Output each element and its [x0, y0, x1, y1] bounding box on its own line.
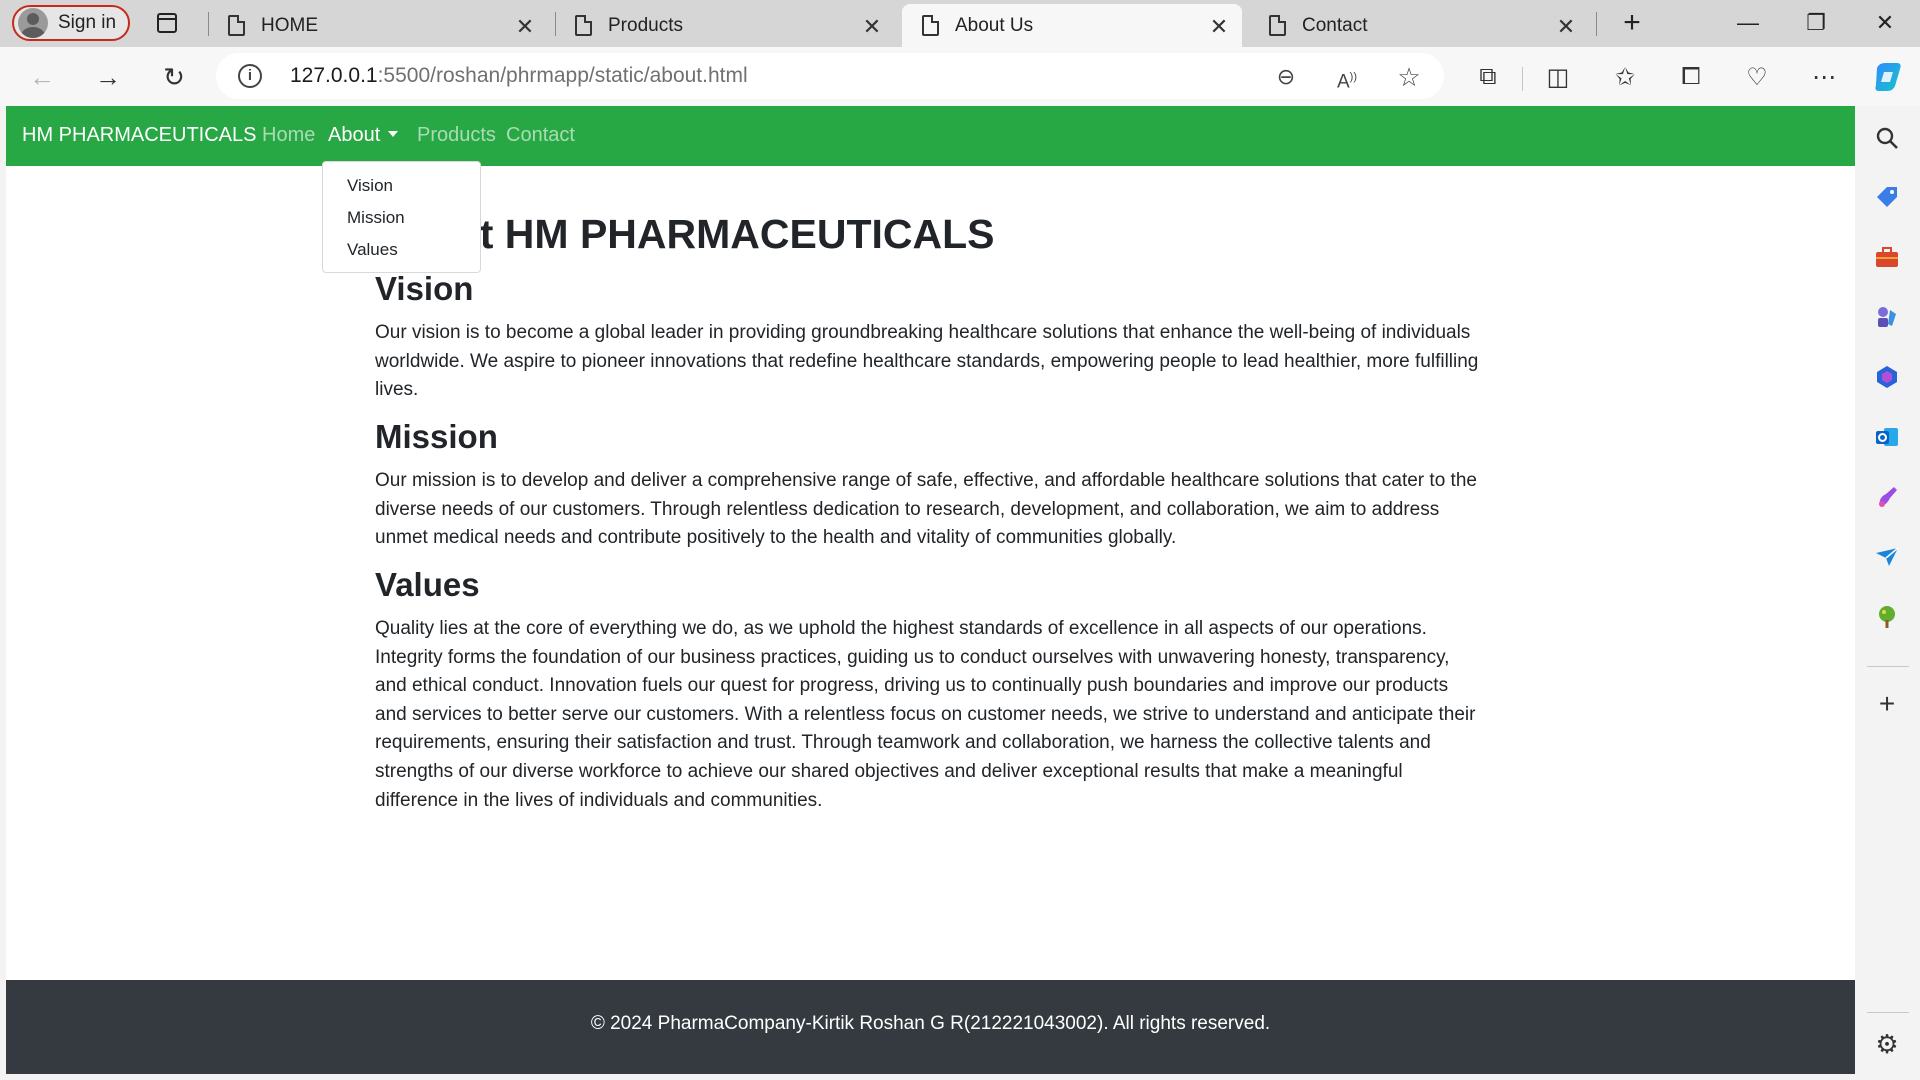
tab-products[interactable]: Products ✕ [555, 4, 895, 47]
profile-button[interactable]: Sign in [12, 5, 130, 41]
dropdown-item-vision[interactable]: Vision [323, 170, 480, 202]
add-icon[interactable]: + [1871, 688, 1903, 720]
browser-essentials-icon[interactable]: ♡ [1737, 57, 1777, 97]
tree-icon[interactable] [1871, 601, 1903, 633]
browser-sidebar: + ⚙ [1855, 106, 1920, 1080]
address-bar[interactable]: i 127.0.0.1:5500/roshan/phrmapp/static/a… [216, 53, 1444, 99]
minimize-button[interactable]: — [1713, 0, 1783, 46]
tab-divider [1596, 12, 1597, 36]
site-navbar: HM PHARMACEUTICALS Home About Products C… [6, 106, 1855, 166]
toolbar-divider [1522, 67, 1523, 91]
nav-home[interactable]: Home [262, 124, 315, 147]
shopping-tag-icon[interactable] [1871, 181, 1903, 213]
more-options-icon[interactable]: ⋯ [1804, 57, 1844, 97]
nav-about-label: About [328, 124, 381, 146]
dropdown-item-values[interactable]: Values [323, 234, 480, 266]
split-screen-icon[interactable]: ◫ [1538, 57, 1578, 97]
tab-strip: Sign in HOME ✕ Products ✕ About Us ✕ Con… [0, 0, 1920, 47]
collections-icon[interactable]: ⧠ [1671, 57, 1711, 97]
values-heading: Values [375, 566, 480, 603]
browser-toolbar: ← → ↻ i 127.0.0.1:5500/roshan/phrmapp/st… [0, 47, 1920, 106]
favorite-star-icon[interactable]: ☆ [1392, 60, 1426, 94]
page-viewport: HM PHARMACEUTICALS Home About Products C… [6, 106, 1855, 1074]
site-footer: © 2024 PharmaCompany-Kirtik Roshan G R(2… [6, 980, 1855, 1074]
settings-gear-icon[interactable]: ⚙ [1871, 1028, 1903, 1060]
vision-text: Our vision is to become a global leader … [375, 322, 1479, 401]
nav-about-dropdown[interactable]: About [328, 124, 399, 147]
brand-link[interactable]: HM PHARMACEUTICALS [22, 124, 256, 147]
tools-icon[interactable] [1871, 241, 1903, 273]
sidebar-divider [1867, 1012, 1909, 1013]
close-icon[interactable]: ✕ [1555, 14, 1577, 40]
profile-label: Sign in [58, 12, 117, 33]
read-aloud-icon[interactable]: A)) [1330, 60, 1364, 94]
tab-title: Contact [1302, 14, 1368, 36]
caret-down-icon [388, 131, 399, 137]
mission-text: Our mission is to develop and deliver a … [375, 470, 1477, 549]
info-icon[interactable]: i [238, 64, 262, 88]
page-icon [1269, 15, 1286, 36]
games-icon[interactable] [1871, 301, 1903, 333]
tab-title: HOME [261, 14, 318, 36]
url-host: 127.0.0.1 [290, 64, 378, 87]
mission-heading: Mission [375, 418, 498, 455]
tab-actions-icon [157, 13, 177, 33]
restore-button[interactable]: ❐ [1781, 0, 1851, 46]
outlook-icon[interactable] [1871, 421, 1903, 453]
new-tab-button[interactable]: + [1614, 6, 1650, 42]
tab-title: Products [608, 14, 683, 36]
back-button[interactable]: ← [22, 57, 62, 97]
forward-button[interactable]: → [88, 57, 128, 97]
close-icon[interactable]: ✕ [1208, 14, 1230, 40]
favorites-icon[interactable]: ✩ [1605, 57, 1645, 97]
window-close-button[interactable]: ✕ [1850, 0, 1920, 46]
nav-products[interactable]: Products [417, 124, 496, 147]
designer-icon[interactable] [1871, 481, 1903, 513]
refresh-button[interactable]: ↻ [154, 57, 194, 97]
page-icon [228, 15, 245, 36]
copilot-icon[interactable] [1868, 57, 1908, 97]
nav-contact[interactable]: Contact [506, 124, 575, 147]
extensions-icon[interactable]: ⧉ [1468, 57, 1508, 97]
values-text: Quality lies at the core of everything w… [375, 618, 1476, 811]
dropdown-item-mission[interactable]: Mission [323, 202, 480, 234]
close-icon[interactable]: ✕ [861, 14, 883, 40]
page-icon [575, 15, 592, 36]
tab-contact[interactable]: Contact ✕ [1249, 4, 1589, 47]
vision-heading: Vision [375, 270, 474, 307]
sidebar-divider [1867, 666, 1909, 667]
tab-title: About Us [955, 14, 1034, 36]
search-icon[interactable] [1871, 122, 1903, 154]
microsoft-365-icon[interactable] [1871, 361, 1903, 393]
tab-home[interactable]: HOME ✕ [208, 4, 548, 47]
url-path: :5500/roshan/phrmapp/static/about.html [377, 64, 748, 87]
about-dropdown-menu: Vision Mission Values [322, 161, 481, 273]
page-icon [922, 15, 939, 36]
avatar [18, 8, 48, 38]
url-text[interactable]: 127.0.0.1:5500/roshan/phrmapp/static/abo… [290, 64, 748, 88]
zoom-out-icon[interactable]: ⊖ [1269, 60, 1303, 94]
tab-about-us[interactable]: About Us ✕ [902, 4, 1242, 47]
footer-text: © 2024 PharmaCompany-Kirtik Roshan G R(2… [590, 1013, 1271, 1034]
send-icon[interactable] [1871, 541, 1903, 573]
tab-actions-button[interactable] [150, 8, 184, 38]
close-icon[interactable]: ✕ [514, 14, 536, 40]
